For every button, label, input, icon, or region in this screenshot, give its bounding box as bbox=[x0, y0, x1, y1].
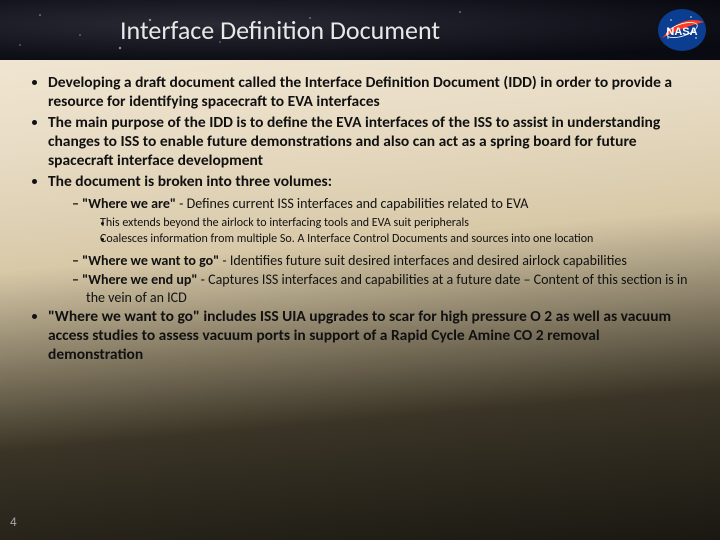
sub-bullet-bold: "Where we want to go" bbox=[82, 252, 219, 269]
bullet-list-level3: This extends beyond the airlock to inter… bbox=[86, 216, 692, 247]
bullet-list-level2: "Where we are" - Defines current ISS int… bbox=[48, 195, 692, 306]
bullet-list-level1: Developing a draft document called the I… bbox=[28, 74, 692, 365]
subsub-bullet-item: This extends beyond the airlock to inter… bbox=[114, 216, 692, 231]
bullet-item: "Where we want to go" includes ISS UIA u… bbox=[48, 308, 692, 365]
bullet-text: The document is broken into three volume… bbox=[48, 172, 332, 191]
sub-bullet-bold: "Where we are" bbox=[82, 195, 176, 212]
sub-bullet-text: - Defines current ISS interfaces and cap… bbox=[176, 195, 528, 212]
slide-title: Interface Definition Document bbox=[0, 14, 440, 46]
bullet-item: Developing a draft document called the I… bbox=[48, 74, 692, 112]
sub-bullet-bold: "Where we end up" bbox=[82, 271, 197, 288]
slide: Interface Definition Document NASA Devel… bbox=[0, 0, 720, 540]
slide-body: Developing a draft document called the I… bbox=[0, 60, 720, 365]
sub-bullet-item: "Where we end up" - Captures ISS interfa… bbox=[72, 271, 692, 306]
sub-bullet-item: "Where we are" - Defines current ISS int… bbox=[72, 195, 692, 247]
slide-header: Interface Definition Document NASA bbox=[0, 0, 720, 60]
nasa-logo-icon: NASA bbox=[656, 8, 708, 52]
page-number: 4 bbox=[10, 515, 17, 530]
bullet-item: The document is broken into three volume… bbox=[48, 173, 692, 307]
sub-bullet-item: "Where we want to go" - Identifies futur… bbox=[72, 252, 692, 270]
subsub-bullet-item: Coalesces information from multiple So. … bbox=[114, 232, 692, 247]
bullet-item: The main purpose of the IDD is to define… bbox=[48, 114, 692, 171]
sub-bullet-text: - Identifies future suit desired interfa… bbox=[219, 252, 627, 269]
